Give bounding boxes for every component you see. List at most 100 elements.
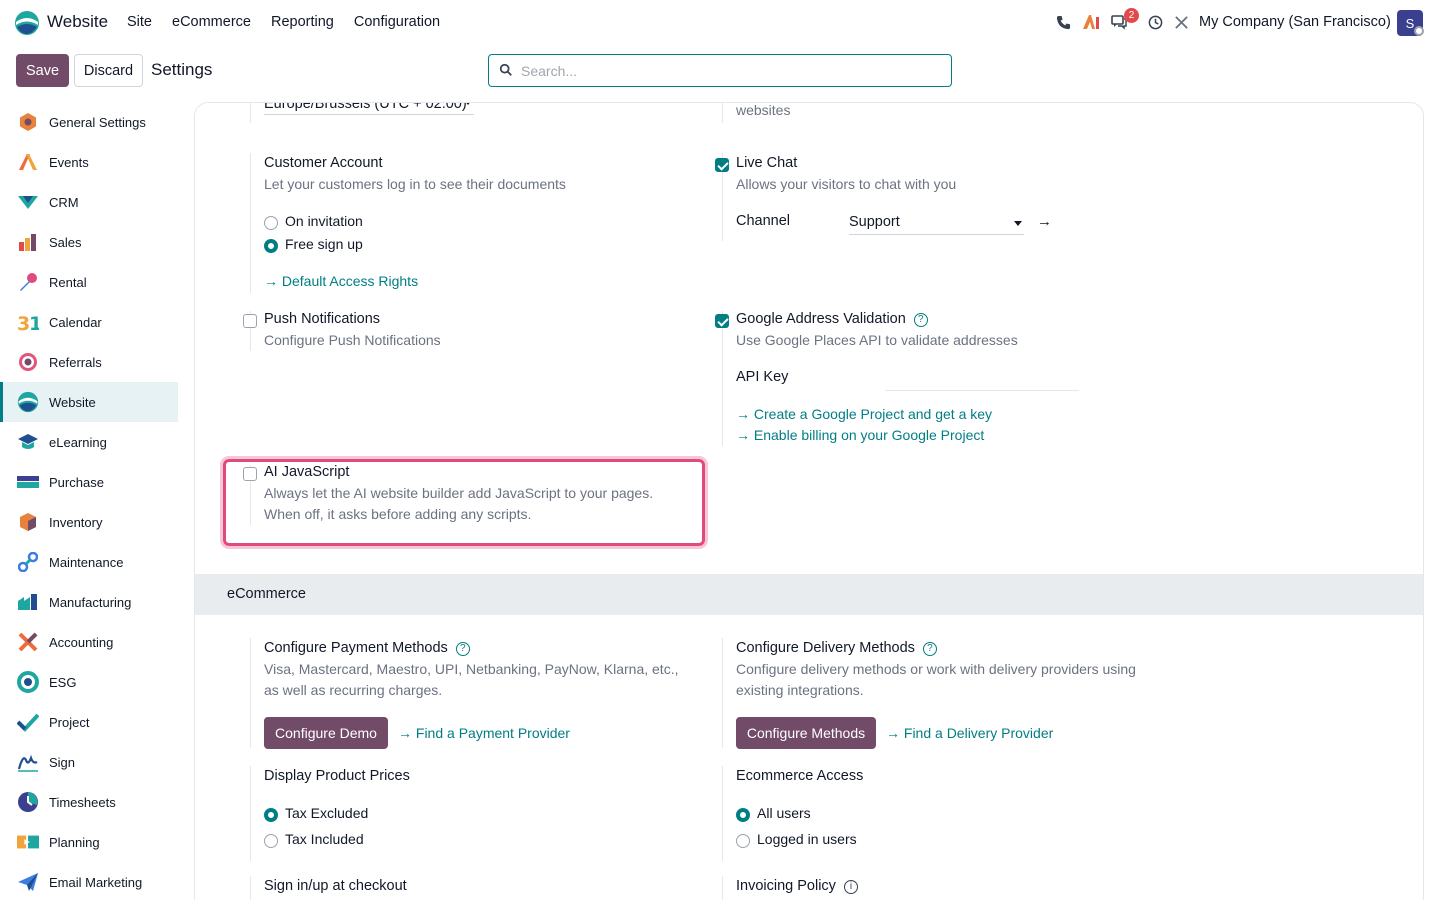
clock-icon[interactable] <box>1146 13 1164 31</box>
ecommerce-access-title: Ecommerce Access <box>736 768 864 784</box>
find-payment-provider-link[interactable]: → Find a Payment Provider <box>398 725 570 741</box>
sidebar-item-label: General Settings <box>49 114 146 130</box>
sidebar-item-calendar[interactable]: 31 Calendar <box>0 302 178 342</box>
sidebar-item-inventory[interactable]: Inventory <box>0 502 178 542</box>
default-access-rights-link[interactable]: → Default Access Rights <box>264 273 418 289</box>
radio-all-users[interactable] <box>736 808 750 822</box>
payment-title-wrap: Configure Payment Methods? <box>264 640 470 656</box>
help-icon[interactable]: ? <box>913 313 928 327</box>
page-title: Settings <box>151 60 213 79</box>
live-chat-checkbox[interactable] <box>715 158 729 172</box>
sidebar-item-elearning[interactable]: eLearning <box>0 422 178 462</box>
sidebar-item-accounting[interactable]: Accounting <box>0 622 178 662</box>
sidebar-item-planning[interactable]: Planning <box>0 822 178 862</box>
radio-logged-in-users[interactable] <box>736 834 750 848</box>
sidebar-item-manufacturing[interactable]: Manufacturing <box>0 582 178 622</box>
sidebar-item-crm[interactable]: CRM <box>0 182 178 222</box>
create-google-project-link[interactable]: → Create a Google Project and get a key <box>736 406 992 422</box>
sidebar-item-general-settings[interactable]: General Settings <box>0 102 178 142</box>
phone-icon[interactable] <box>1054 13 1072 31</box>
radio-on-invitation[interactable] <box>264 216 278 230</box>
menu-reporting[interactable]: Reporting <box>271 14 334 30</box>
sidebar-item-website[interactable]: Website <box>0 382 178 422</box>
delivery-desc: Configure delivery methods or work with … <box>736 661 1136 677</box>
google-address-checkbox[interactable] <box>715 314 729 328</box>
ai-icon[interactable] <box>1082 13 1100 31</box>
sidebar-item-label: Inventory <box>49 514 103 530</box>
search-bar[interactable] <box>488 54 952 87</box>
sidebar-item-label: Events <box>49 154 89 170</box>
sidebar-item-referrals[interactable]: Referrals <box>0 342 178 382</box>
planning-icon <box>17 831 39 853</box>
sidebar-item-maintenance[interactable]: Maintenance <box>0 542 178 582</box>
email-marketing-icon <box>17 871 39 893</box>
websites-text: websites <box>736 102 791 118</box>
product-prices-title: Display Product Prices <box>264 768 410 784</box>
ai-javascript-title: AI JavaScript <box>264 464 350 480</box>
discard-button[interactable]: Discard <box>74 54 143 87</box>
sidebar-item-sign[interactable]: Sign <box>0 742 178 782</box>
sidebar-item-label: Sign <box>49 754 76 770</box>
sidebar-item-timesheets[interactable]: Timesheets <box>0 782 178 822</box>
menu-configuration[interactable]: Configuration <box>354 14 440 30</box>
company-switcher[interactable]: My Company (San Francisco) <box>1199 14 1391 30</box>
google-address-desc: Use Google Places API to validate addres… <box>736 332 1018 348</box>
search-input[interactable] <box>521 61 941 81</box>
customer-account-desc: Let your customers log in to see their d… <box>264 176 566 192</box>
timesheets-icon <box>17 791 39 813</box>
help-icon[interactable]: ? <box>455 642 470 656</box>
sidebar-item-esg[interactable]: ESG <box>0 662 178 702</box>
sidebar-item-label: Maintenance <box>49 554 124 570</box>
radio-label: All users <box>757 805 811 821</box>
timezone-value: Europe/Brussels (UTC + 02:00) <box>264 102 467 112</box>
ai-javascript-checkbox[interactable] <box>243 467 257 481</box>
payment-title: Configure Payment Methods <box>264 640 448 656</box>
tools-icon[interactable] <box>1172 13 1190 31</box>
website-icon <box>17 391 39 413</box>
find-delivery-provider-link[interactable]: → Find a Delivery Provider <box>886 725 1053 741</box>
arrow-right-icon[interactable]: → <box>1037 213 1052 230</box>
timezone-select[interactable]: Europe/Brussels (UTC + 02:00) <box>264 102 474 115</box>
sidebar-item-email-marketing[interactable]: Email Marketing <box>0 862 178 902</box>
arrow-right-icon: → <box>264 273 282 289</box>
arrow-right-icon: → <box>736 427 754 443</box>
app-name[interactable]: Website <box>47 12 108 32</box>
google-address-title: Google Address Validation <box>736 311 906 327</box>
general-settings-icon <box>17 111 39 133</box>
customer-account-title: Customer Account <box>264 155 383 171</box>
settings-content: Europe/Brussels (UTC + 02:00) websites C… <box>194 102 1424 900</box>
configure-demo-button[interactable]: Configure Demo <box>264 717 388 749</box>
sidebar-item-label: Sales <box>49 234 82 250</box>
radio-tax-included[interactable] <box>264 834 278 848</box>
project-icon <box>17 711 39 733</box>
menu-site[interactable]: Site <box>127 14 152 30</box>
sidebar-item-events[interactable]: Events <box>0 142 178 182</box>
sidebar-item-label: Timesheets <box>49 794 116 810</box>
menu-ecommerce[interactable]: eCommerce <box>172 14 251 30</box>
ecommerce-section-header: eCommerce <box>195 574 1423 615</box>
api-key-input[interactable] <box>885 369 1079 391</box>
arrow-right-icon: → <box>886 725 904 741</box>
sidebar-item-sales[interactable]: Sales <box>0 222 178 262</box>
sidebar-item-rental[interactable]: Rental <box>0 262 178 302</box>
configure-methods-button[interactable]: Configure Methods <box>736 717 876 749</box>
invoicing-title: Invoicing Policy <box>736 878 836 894</box>
sidebar-item-label: Website <box>49 394 96 410</box>
live-chat-desc: Allows your visitors to chat with you <box>736 176 957 192</box>
enable-billing-link[interactable]: → Enable billing on your Google Project <box>736 427 984 443</box>
caret-down-icon <box>464 103 472 105</box>
website-app-icon[interactable] <box>14 10 40 36</box>
crm-icon <box>17 191 39 213</box>
search-icon <box>499 63 512 76</box>
save-button[interactable]: Save <box>16 54 69 87</box>
sidebar-item-purchase[interactable]: Purchase <box>0 462 178 502</box>
sidebar-item-label: Project <box>49 714 90 730</box>
channel-select[interactable]: Support <box>849 213 1024 235</box>
radio-free-sign-up[interactable] <box>264 239 278 253</box>
radio-tax-excluded[interactable] <box>264 808 278 822</box>
info-icon[interactable]: i <box>843 880 858 894</box>
push-notifications-checkbox[interactable] <box>243 314 257 328</box>
sidebar-item-project[interactable]: Project <box>0 702 178 742</box>
manufacturing-icon <box>17 591 39 613</box>
help-icon[interactable]: ? <box>922 642 937 656</box>
